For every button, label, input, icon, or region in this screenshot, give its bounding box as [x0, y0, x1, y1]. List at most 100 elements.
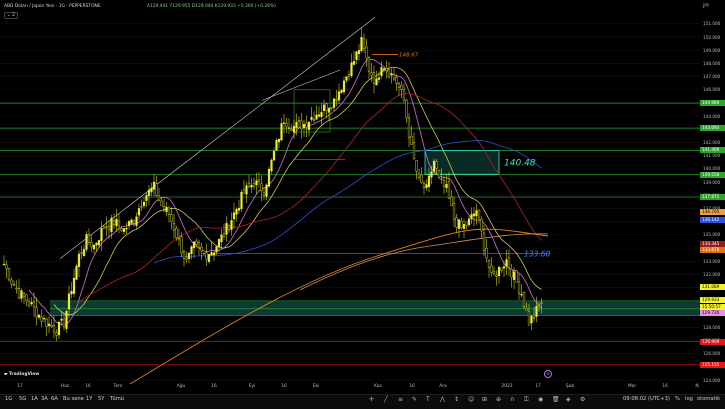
candle-body — [407, 117, 411, 138]
annotation-top-level: 148.67 — [399, 53, 419, 59]
clock[interactable]: 09:08:02 (UTC+3) — [623, 396, 670, 402]
log-scale-button[interactable]: log — [685, 396, 693, 402]
indicator-count: 2 — [12, 13, 15, 18]
candle-body — [330, 107, 333, 109]
candle-body — [295, 121, 298, 129]
measure-icon[interactable]: ↕ — [454, 396, 459, 403]
price-axis-label: 140.000 — [703, 166, 721, 172]
candle-body — [120, 228, 123, 231]
price-axis-label: 135.000 — [703, 232, 721, 238]
timeframe-button[interactable]: 6A — [51, 396, 58, 402]
annotation-low-level: 133.60 — [524, 249, 550, 258]
time-axis-label: Haz — [60, 384, 70, 389]
timeframe-button[interactable]: 5Y — [98, 396, 104, 402]
candle-body — [42, 317, 46, 320]
zoom-icon[interactable]: ⊕ — [496, 396, 501, 403]
time-axis-label: 16 — [409, 384, 415, 389]
candle-body — [480, 218, 483, 232]
timeframe-button[interactable]: 1Y — [86, 396, 92, 402]
candle-body — [110, 217, 113, 233]
timeframe-button[interactable]: 1G — [5, 396, 12, 402]
indicator-toggle[interactable]: ⌄ 2 — [4, 12, 18, 19]
candle-body — [487, 260, 491, 269]
candle-body — [467, 218, 471, 226]
price-axis-label: 151.000 — [703, 21, 721, 27]
candle-body — [255, 180, 258, 186]
brush-icon[interactable]: ✎ — [412, 396, 417, 403]
price-axis-label: 146.000 — [703, 87, 721, 93]
candle-body — [317, 114, 321, 117]
candle-body — [70, 291, 73, 295]
timeframe-button[interactable]: Tümü — [110, 396, 124, 402]
time-axis-label: 16 — [211, 384, 217, 389]
timeframe-button[interactable]: 5G — [19, 396, 26, 402]
timeframe-button[interactable]: 3A — [41, 396, 48, 402]
text-icon[interactable]: T — [426, 396, 430, 403]
ruler-icon[interactable]: ⊞ — [482, 396, 487, 403]
candle-body — [55, 332, 58, 336]
symbol-title[interactable]: ABD Doları / Japon Yeni · 1G · PEPPERSTO… — [4, 4, 101, 9]
candle-body — [315, 114, 318, 120]
candle-body — [250, 184, 253, 188]
candle-body — [277, 138, 281, 143]
candle-body — [347, 74, 351, 77]
price-tag: 136.142 — [700, 216, 725, 223]
candle-body — [397, 82, 401, 88]
candle-body — [47, 323, 51, 327]
price-tag: 136.705 — [700, 209, 725, 216]
candle-body — [442, 180, 446, 187]
candle-body — [367, 57, 371, 72]
price-tag: 143.093 — [700, 125, 725, 132]
candle-body — [192, 241, 196, 249]
auto-scale-button[interactable]: otomatik — [697, 396, 720, 402]
crosshair-icon[interactable]: ✛ — [369, 396, 374, 403]
price-axis-label: 142.000 — [703, 140, 721, 146]
settings-icon[interactable]: ⚙ — [580, 396, 585, 403]
candle-body — [307, 121, 311, 130]
price-chart[interactable]: 148.67 140.48 133.60 17 Haz 16 Tem Ağu 16 Eyl 16 E… — [0, 0, 700, 389]
time-axis-label: Mar — [627, 384, 637, 389]
candle-body — [212, 252, 216, 256]
candle-body — [465, 221, 468, 226]
trendline-icon[interactable]: ╱ — [384, 396, 388, 403]
chart-canvas[interactable]: 148.67 140.48 133.60 — [0, 0, 700, 385]
candle-body — [52, 325, 56, 333]
candle-body — [380, 67, 383, 76]
layers-icon[interactable]: ◈ — [566, 396, 571, 403]
event-marker-icon[interactable]: ⊕ — [544, 370, 552, 378]
candle-body — [132, 220, 136, 224]
eye-icon[interactable]: ◉ — [538, 396, 543, 403]
candle-body — [115, 218, 118, 227]
fib-icon[interactable]: ≡ — [398, 396, 403, 403]
candle-body — [287, 127, 291, 129]
candle-body — [2, 263, 6, 266]
candle-body — [22, 292, 26, 297]
candle-body — [267, 168, 271, 187]
timeframe-button[interactable]: 1A — [31, 396, 38, 402]
percent-scale-button[interactable]: % — [675, 396, 680, 402]
candle-body — [297, 119, 301, 122]
smile-icon[interactable]: ☺ — [468, 396, 474, 403]
candle-body — [25, 294, 28, 301]
candle-body — [310, 117, 313, 120]
candle-body — [372, 72, 376, 84]
price-tag: 131.089 — [700, 283, 725, 290]
timeframe-button[interactable]: Bu sene — [63, 396, 84, 402]
candle-body — [457, 219, 461, 229]
price-tag: 125.155 — [700, 361, 725, 368]
price-tag: 137.871 — [700, 194, 725, 201]
price-axis[interactable]: JPY 151.000 150.000 149.000 148.000 147.000 1… — [700, 0, 725, 384]
time-axis-label: 17 — [535, 384, 541, 389]
candle-body — [500, 267, 503, 271]
candle-body — [190, 246, 193, 254]
lock-icon[interactable]: ⚿ — [524, 396, 529, 404]
price-tag: 129.720 — [700, 309, 725, 316]
mid-trendline — [261, 69, 341, 101]
candle-body — [67, 293, 71, 310]
pattern-icon[interactable]: ⋀ — [440, 396, 445, 403]
candle-body — [82, 249, 86, 256]
candle-body — [62, 318, 66, 327]
trash-icon[interactable]: 🗑 — [552, 396, 560, 403]
magnet-icon[interactable]: ∩ — [510, 396, 514, 403]
candle-body — [505, 259, 508, 267]
